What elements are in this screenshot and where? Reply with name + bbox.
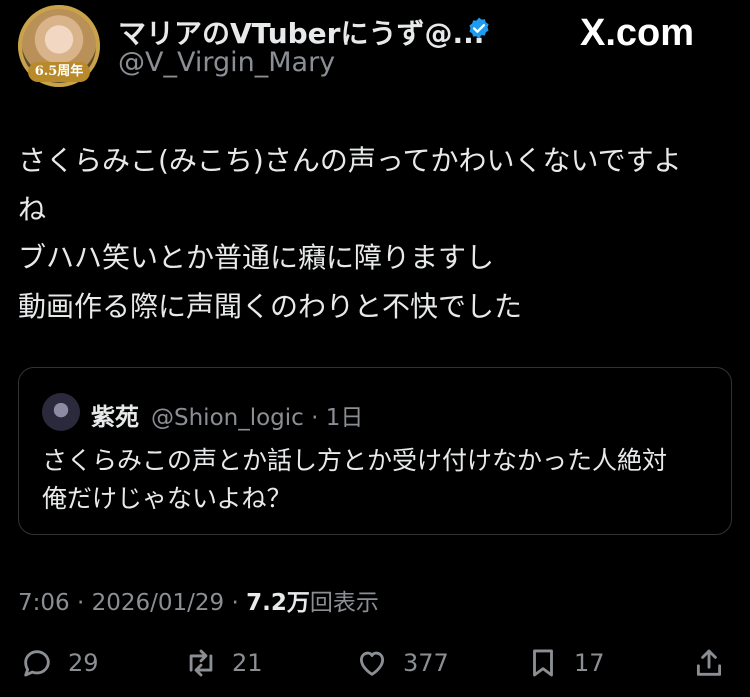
author-display-name[interactable]: マリアのVTuberにうず@... [118, 12, 484, 52]
quoted-tweet-line: さくらみこの声とか話し方とか受け付けなかった人絶対 [42, 446, 668, 475]
tweet-meta: 7:06 · 2026/01/29 · 7.2万回表示 [18, 583, 379, 617]
quoted-tweet-line: 俺だけじゃないよね？ [42, 484, 292, 513]
retweet-count: 21 [232, 649, 263, 677]
heart-icon [359, 651, 385, 676]
tweet-line: ね [18, 192, 47, 226]
quoted-author-meta: @Shion_logic · 1日 [151, 405, 364, 431]
verified-badge-icon [469, 17, 489, 39]
tweet-timestamp[interactable]: 7:06 · 2026/01/29 · [18, 590, 246, 616]
x-logo: X.com [580, 12, 695, 54]
tweet-body: さくらみこ(みこち)さんの声ってかわいくないですよ ね ブハハ笑いとか普通に癪に… [18, 137, 738, 331]
tweet-line: ブハハ笑いとか普通に癪に障りますし [18, 241, 495, 274]
reply-button[interactable]: 29 [20, 640, 99, 686]
retweet-button[interactable]: 21 [184, 640, 263, 686]
quoted-tweet-body: さくらみこの声とか話し方とか受け付けなかった人絶対 俺だけじゃないよね？ [42, 442, 722, 518]
reply-count: 29 [68, 649, 99, 677]
quoted-tweet-card[interactable]: 紫苑 @Shion_logic · 1日 さくらみこの声とか話し方とか受け付けな… [18, 367, 732, 535]
bookmark-button[interactable]: 17 [526, 640, 605, 686]
quoted-author-name: 紫苑 [91, 403, 139, 431]
bookmark-count: 17 [574, 649, 605, 677]
avatar-anniversary-badge: 6.5周年 [28, 62, 90, 82]
author-avatar[interactable]: 6.5周年 [18, 5, 100, 87]
view-label: 回表示 [309, 590, 379, 616]
like-count: 377 [403, 649, 449, 677]
like-button[interactable]: 377 [355, 640, 449, 686]
tweet-header: 6.5周年 マリアのVTuberにうず@... @V_Virgin_Mary X… [0, 0, 750, 100]
quoted-author-avatar [42, 393, 80, 431]
reply-icon [24, 650, 50, 677]
tweet-line: 動画作る際に声聞くのわりと不快でした [18, 289, 523, 323]
view-count: 7.2万 [246, 590, 310, 616]
share-button[interactable] [692, 640, 726, 686]
share-icon [696, 649, 722, 676]
bookmark-icon [533, 649, 553, 677]
retweet-icon [189, 649, 213, 677]
action-bar: 29 21 377 17 [0, 640, 750, 686]
tweet-line: さくらみこ(みこち)さんの声ってかわいくないですよ [18, 144, 682, 177]
author-handle[interactable]: @V_Virgin_Mary [118, 47, 335, 78]
